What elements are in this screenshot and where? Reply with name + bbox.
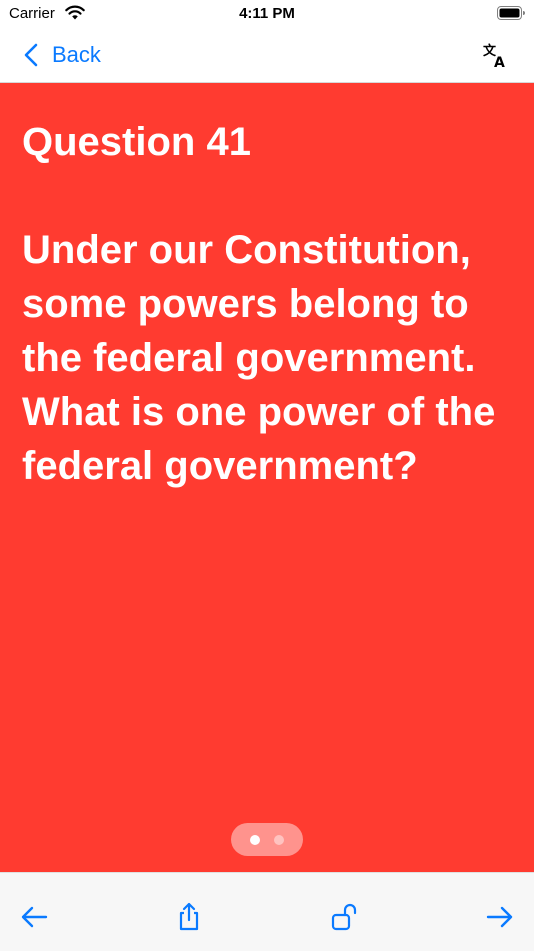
clock: 4:11 PM (239, 5, 295, 22)
question-number: Question 41 (22, 120, 251, 164)
question-text: Under our Constitution, some powers belo… (22, 228, 496, 488)
share-icon[interactable] (173, 901, 205, 933)
bottom-toolbar (0, 872, 534, 951)
battery-icon (497, 6, 525, 20)
back-button[interactable]: Back (24, 40, 101, 70)
page-dot-2[interactable] (274, 834, 284, 845)
page-control[interactable] (231, 823, 303, 856)
question-card[interactable]: Question 41 Under our Constitution, some… (0, 83, 534, 872)
svg-text:A: A (494, 55, 505, 68)
arrow-right-icon[interactable] (484, 901, 516, 933)
page-dot-1[interactable] (250, 834, 260, 845)
status-bar: Carrier 4:11 PM (0, 0, 534, 28)
back-label: Back (52, 42, 101, 67)
unlock-icon[interactable] (329, 901, 361, 933)
navigation-bar: Back 文 A (0, 28, 534, 83)
chevron-left-icon (24, 43, 38, 67)
translate-icon[interactable]: 文 A (482, 42, 508, 68)
arrow-left-icon[interactable] (18, 901, 50, 933)
